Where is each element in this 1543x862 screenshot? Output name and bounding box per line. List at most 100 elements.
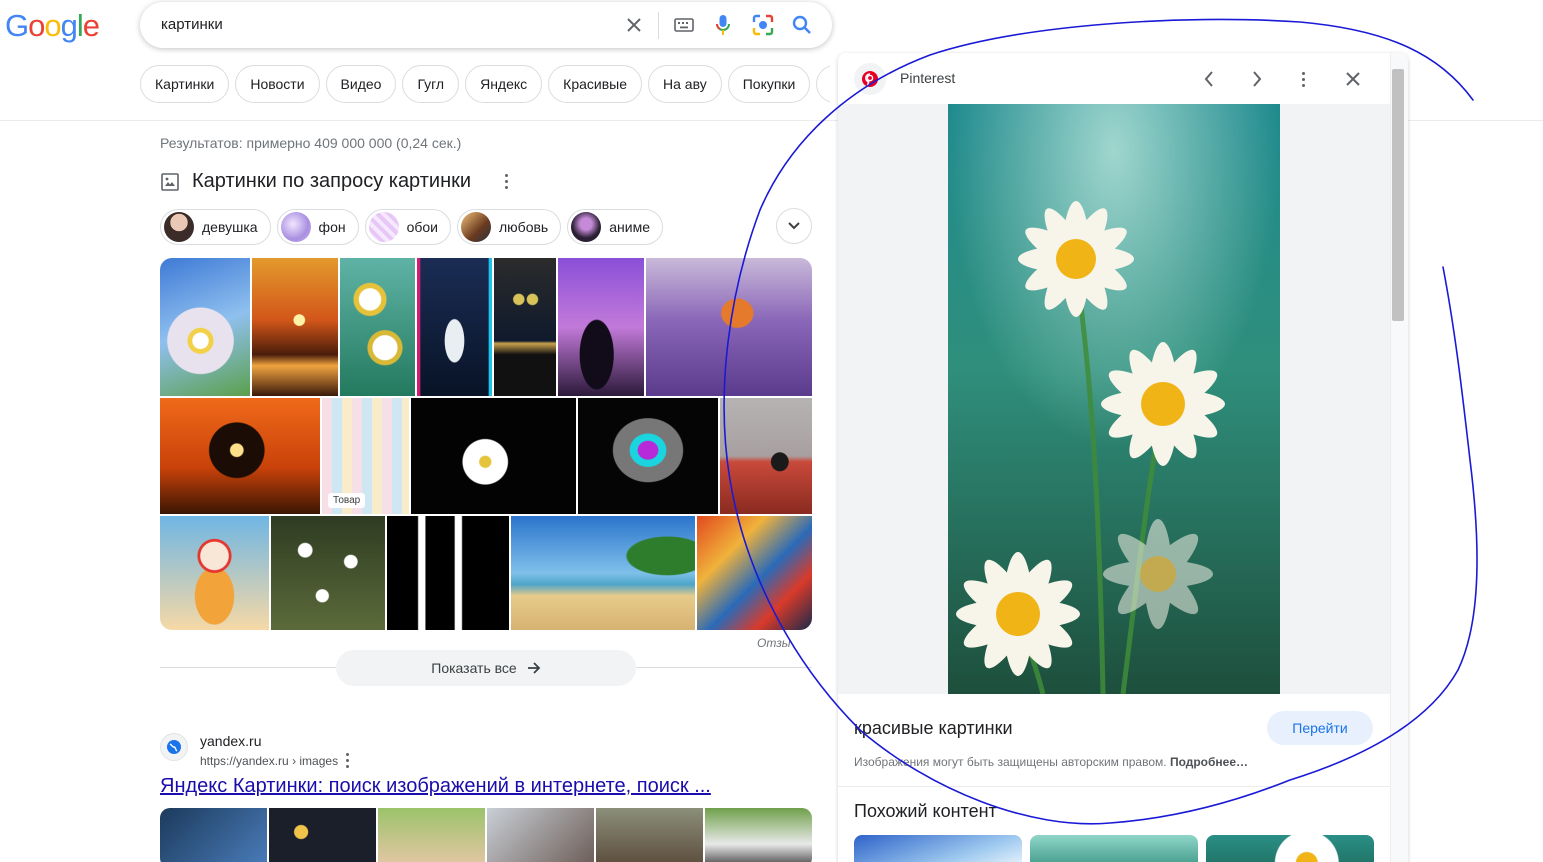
chip-news[interactable]: Новости bbox=[235, 65, 320, 103]
image-grid: Товар bbox=[160, 258, 812, 630]
show-all-label: Показать все bbox=[431, 660, 517, 676]
logo-letter: g bbox=[60, 8, 78, 43]
scrollbar-thumb[interactable] bbox=[1392, 69, 1404, 321]
chip-avatar[interactable]: На аву bbox=[648, 65, 722, 103]
result-source[interactable]: yandex.ru https://yandex.ru › images bbox=[160, 733, 350, 768]
learn-more-link[interactable]: Подробнее… bbox=[1170, 755, 1248, 769]
image-result[interactable] bbox=[697, 516, 812, 630]
image-result[interactable] bbox=[494, 258, 556, 396]
refine-chip-anime[interactable]: аниме bbox=[567, 209, 663, 245]
logo-letter: G bbox=[5, 8, 29, 43]
expand-chips-button[interactable] bbox=[776, 208, 812, 244]
image-result[interactable] bbox=[646, 258, 812, 396]
thumbnail bbox=[280, 212, 311, 242]
image-result[interactable] bbox=[417, 258, 492, 396]
result-url-host: https://yandex.ru bbox=[200, 753, 289, 768]
image-result[interactable] bbox=[160, 516, 269, 630]
show-all-button[interactable]: Показать все bbox=[336, 650, 636, 686]
image-result[interactable] bbox=[271, 516, 385, 630]
result-options-icon[interactable] bbox=[346, 753, 350, 768]
thumbnail bbox=[368, 212, 399, 242]
globe-icon bbox=[160, 733, 188, 761]
image-result[interactable] bbox=[252, 258, 338, 396]
similar-image[interactable] bbox=[1206, 835, 1374, 862]
preview-image-area bbox=[838, 104, 1390, 694]
result-image[interactable] bbox=[596, 808, 703, 862]
result-image[interactable] bbox=[705, 808, 812, 862]
result-image[interactable] bbox=[378, 808, 485, 862]
result-title-link[interactable]: Яндекс Картинки: поиск изображений в инт… bbox=[160, 775, 711, 798]
divider bbox=[838, 786, 1390, 787]
more-options-icon[interactable] bbox=[505, 174, 509, 189]
chip-shopping[interactable]: Покупки bbox=[727, 65, 811, 103]
image-result[interactable] bbox=[578, 398, 718, 514]
preview-image[interactable] bbox=[948, 104, 1280, 694]
divider bbox=[658, 12, 659, 39]
chip-yandex[interactable]: Яндекс bbox=[465, 65, 543, 103]
search-icon[interactable] bbox=[790, 13, 814, 37]
close-icon[interactable] bbox=[1339, 65, 1367, 93]
visit-button[interactable]: Перейти bbox=[1267, 711, 1373, 745]
feedback-link[interactable]: Отзы bbox=[757, 636, 791, 650]
search-box[interactable]: картинки bbox=[140, 2, 832, 48]
panel-source[interactable]: Pinterest bbox=[900, 70, 955, 86]
thumbnail bbox=[461, 212, 492, 242]
chip-images[interactable]: Картинки bbox=[140, 65, 230, 103]
chevron-down-icon bbox=[788, 222, 800, 230]
chip-google[interactable]: Гугл bbox=[402, 65, 460, 103]
chip-label: аниме bbox=[609, 219, 650, 235]
result-url-path: › images bbox=[292, 753, 339, 768]
similar-image[interactable] bbox=[1030, 835, 1198, 862]
chevron-right-icon[interactable] bbox=[1243, 65, 1271, 93]
image-title: красивые картинки bbox=[854, 718, 1013, 738]
result-image[interactable] bbox=[160, 808, 267, 862]
section-title: Картинки по запросу картинки bbox=[192, 170, 472, 192]
logo-letter: e bbox=[82, 8, 100, 43]
search-input[interactable]: картинки bbox=[161, 16, 223, 33]
refine-chip-girl[interactable]: девушка bbox=[160, 209, 271, 245]
chip-label: девушка bbox=[202, 219, 258, 235]
chip-beautiful[interactable]: Красивые bbox=[548, 65, 643, 103]
chevron-left-icon[interactable] bbox=[1195, 65, 1223, 93]
google-logo[interactable]: Google bbox=[5, 8, 100, 44]
result-image[interactable] bbox=[269, 808, 376, 862]
lens-icon[interactable] bbox=[751, 13, 775, 37]
image-icon bbox=[161, 172, 179, 191]
image-result[interactable] bbox=[160, 258, 250, 396]
product-badge: Товар bbox=[328, 493, 366, 508]
microphone-icon[interactable] bbox=[711, 13, 735, 37]
image-result[interactable] bbox=[720, 398, 812, 514]
image-result[interactable] bbox=[511, 516, 695, 630]
similar-image[interactable] bbox=[854, 835, 1022, 862]
image-result[interactable] bbox=[558, 258, 644, 396]
chip-label: обои bbox=[406, 219, 439, 235]
result-site-name: yandex.ru bbox=[200, 733, 262, 749]
image-result[interactable] bbox=[160, 398, 320, 514]
keyboard-icon[interactable] bbox=[672, 13, 696, 37]
arrow-right-icon bbox=[527, 662, 541, 674]
pinterest-icon bbox=[854, 63, 886, 95]
image-result[interactable] bbox=[387, 516, 509, 630]
image-preview-panel: Pinterest красивые картинки Перейти Изоб… bbox=[838, 53, 1408, 862]
clear-icon[interactable] bbox=[622, 13, 646, 37]
refine-chip-background[interactable]: фон bbox=[276, 209, 359, 245]
chip-label: фон bbox=[318, 219, 346, 235]
result-stats: Результатов: примерно 409 000 000 (0,24 … bbox=[160, 135, 462, 151]
more-vert-icon[interactable] bbox=[1290, 65, 1318, 93]
thumbnail bbox=[164, 212, 194, 242]
similar-content-title: Похожий контент bbox=[854, 801, 997, 821]
chip-video[interactable]: Видео bbox=[325, 65, 397, 103]
chip-more[interactable]: Ф bbox=[816, 65, 830, 103]
image-result[interactable] bbox=[411, 398, 576, 514]
copyright-notice: Изображения могут быть защищены авторски… bbox=[854, 755, 1248, 769]
image-result[interactable]: Товар bbox=[322, 398, 409, 514]
result-url: https://yandex.ru › images bbox=[200, 753, 350, 768]
result-image[interactable] bbox=[487, 808, 594, 862]
refine-chip-wallpaper[interactable]: обои bbox=[364, 209, 452, 245]
panel-header: Pinterest bbox=[838, 53, 1390, 105]
image-result[interactable] bbox=[340, 258, 415, 396]
refine-chip-love[interactable]: любовь bbox=[457, 209, 562, 245]
chip-label: любовь bbox=[499, 219, 549, 235]
filter-chips: Картинки Новости Видео Гугл Яндекс Краси… bbox=[140, 65, 830, 103]
thumbnail bbox=[571, 212, 602, 242]
